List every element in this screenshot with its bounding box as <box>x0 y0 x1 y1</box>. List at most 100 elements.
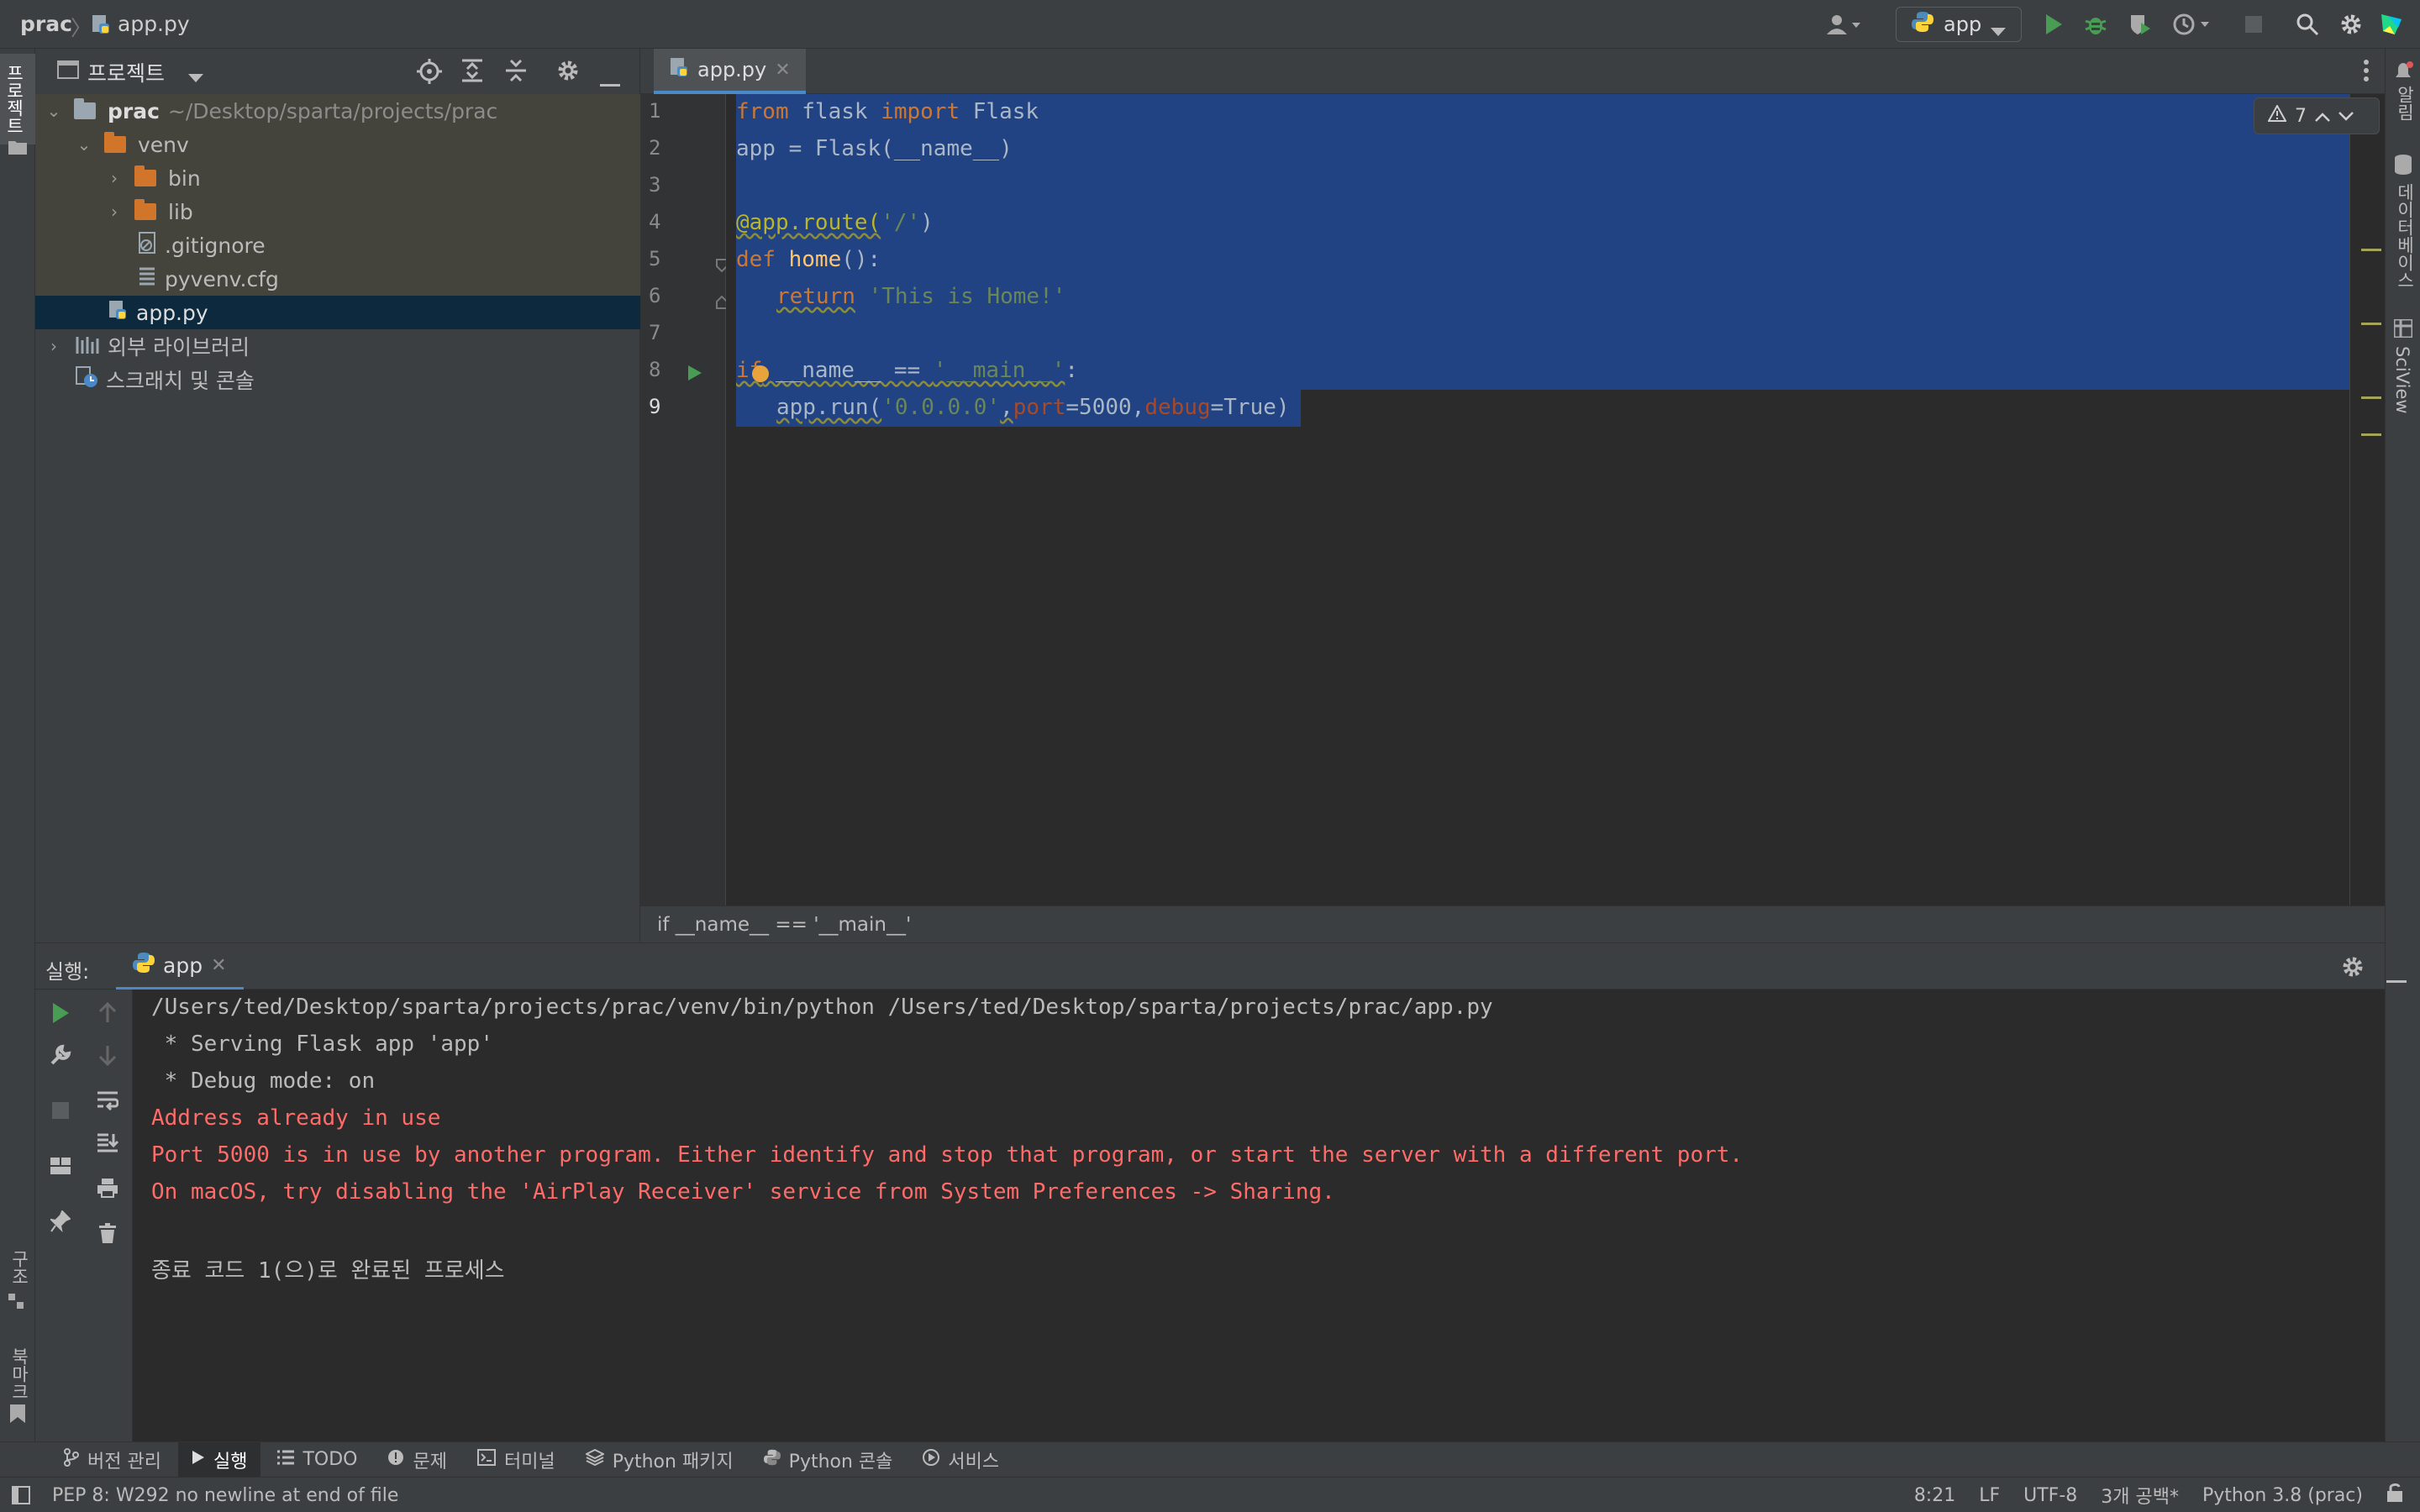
tree-item-lib[interactable]: › lib <box>35 195 640 228</box>
line-separator[interactable]: LF <box>1979 1485 2000 1506</box>
breadcrumb-text[interactable]: if __name__ == '__main__' <box>657 914 911 936</box>
trash-icon[interactable] <box>91 1216 124 1250</box>
code-line-5[interactable]: def home(): <box>736 247 881 272</box>
file-encoding[interactable]: UTF-8 <box>2023 1485 2077 1506</box>
tab-run-app[interactable]: app ✕ <box>116 943 244 990</box>
arrow-up-icon[interactable] <box>91 996 124 1030</box>
minimize-icon[interactable] <box>2386 965 2407 989</box>
arrow-down-icon[interactable] <box>91 1038 124 1072</box>
indent-setting[interactable]: 3개 공백* <box>2101 1482 2179 1509</box>
warning-stripe[interactable] <box>2361 396 2381 399</box>
gear-icon[interactable] <box>556 59 580 87</box>
code-line-2[interactable]: app = Flask(__name__) <box>736 136 1013 161</box>
python-interpreter[interactable]: Python 3.8 (prac) <box>2202 1485 2363 1506</box>
rerun-icon[interactable] <box>44 996 77 1030</box>
panel-toggle-icon[interactable] <box>12 1486 30 1509</box>
profile-icon[interactable] <box>2166 7 2217 42</box>
more-options-icon[interactable] <box>2363 59 2370 87</box>
code-line-6[interactable]: return 'This is Home!' <box>776 284 1065 309</box>
chevron-down-icon[interactable] <box>2338 106 2354 127</box>
status-message[interactable]: PEP 8: W292 no newline at end of file <box>52 1485 398 1506</box>
python-file-icon <box>91 13 111 40</box>
tree-item-scratches[interactable]: 스크래치 및 콘솔 <box>35 363 640 396</box>
soft-wrap-icon[interactable] <box>91 1084 124 1117</box>
tree-item-pyvenv-cfg[interactable]: pyvenv.cfg <box>35 262 640 296</box>
scroll-to-end-icon[interactable] <box>91 1126 124 1159</box>
code-line-1[interactable]: from flask import Flask <box>736 99 1039 124</box>
debug-icon[interactable] <box>2079 7 2112 42</box>
bell-icon[interactable] <box>2392 60 2414 87</box>
tab-notifications[interactable]: 알림 <box>2392 86 2417 121</box>
tab-bookmarks[interactable]: 북마크 <box>7 1347 32 1400</box>
tab-todo[interactable]: TODO <box>264 1442 371 1478</box>
tab-project[interactable]: 프로젝트 <box>0 54 35 144</box>
expand-all-icon[interactable] <box>460 59 484 87</box>
tree-item-gitignore[interactable]: .gitignore <box>35 228 640 262</box>
code-line-4[interactable]: @app.route('/') <box>736 210 934 235</box>
run-gutter-icon[interactable] <box>687 363 702 386</box>
tab-sciview[interactable]: SciView <box>2392 346 2412 414</box>
breadcrumb-file[interactable]: app.py <box>118 12 190 36</box>
tab-python-packages[interactable]: Python 패키지 <box>572 1442 747 1478</box>
tree-item-bin[interactable]: › bin <box>35 161 640 195</box>
jetbrains-logo-icon[interactable] <box>2375 7 2408 42</box>
tree-item-venv[interactable]: ⌄ venv <box>35 128 640 161</box>
search-icon[interactable] <box>2291 7 2324 42</box>
tab-terminal[interactable]: 터미널 <box>464 1442 569 1478</box>
run-config-selector[interactable]: app <box>1896 7 2022 42</box>
stop-icon[interactable] <box>2237 7 2270 42</box>
tree-item-external-libraries[interactable]: › 외부 라이브러리 <box>35 329 640 363</box>
chevron-down-icon[interactable]: ⌄ <box>72 134 96 155</box>
chevron-right-icon[interactable]: › <box>103 168 126 188</box>
chevron-right-icon[interactable]: › <box>103 202 126 222</box>
warning-stripe[interactable] <box>2361 323 2381 325</box>
gear-icon[interactable] <box>2334 7 2368 42</box>
tab-services[interactable]: 서비스 <box>909 1442 1013 1478</box>
chevron-right-icon[interactable]: › <box>42 336 66 356</box>
tab-notifications-label: 알림 <box>2395 86 2415 121</box>
locate-icon[interactable] <box>417 59 442 89</box>
python-icon <box>763 1449 781 1471</box>
wrench-icon[interactable] <box>44 1038 77 1072</box>
breadcrumb-project[interactable]: prac <box>20 12 72 36</box>
layout-icon[interactable] <box>44 1149 77 1183</box>
tab-run[interactable]: 실행 <box>177 1441 261 1478</box>
minimize-icon[interactable] <box>600 69 620 92</box>
tab-database[interactable]: 데이터베이스 <box>2392 183 2417 289</box>
user-icon[interactable] <box>1818 7 1869 42</box>
chevron-down-icon[interactable] <box>188 66 203 89</box>
close-icon[interactable]: ✕ <box>775 60 790 81</box>
tab-version-control[interactable]: 버전 관리 <box>50 1442 175 1478</box>
coverage-icon[interactable] <box>2123 7 2156 42</box>
tab-problems[interactable]: 문제 <box>374 1442 460 1478</box>
chevron-down-icon[interactable]: ⌄ <box>42 101 66 121</box>
gear-icon[interactable] <box>2341 955 2365 984</box>
project-panel-title[interactable]: 프로젝트 <box>87 57 165 87</box>
tab-python-console[interactable]: Python 콘솔 <box>750 1442 907 1478</box>
code-editor[interactable]: from flask import Flask app = Flask(__na… <box>726 94 2350 906</box>
warning-stripe[interactable] <box>2361 433 2381 436</box>
console-output[interactable]: /Users/ted/Desktop/sparta/projects/prac/… <box>133 990 2385 1441</box>
tree-item-label: lib <box>168 199 193 224</box>
caret-position[interactable]: 8:21 <box>1914 1485 1955 1506</box>
chevron-up-icon[interactable] <box>2315 106 2330 127</box>
stop-icon[interactable] <box>44 1094 77 1127</box>
print-icon[interactable] <box>91 1171 124 1205</box>
line-number: 1 <box>649 99 661 123</box>
code-line-8[interactable]: if __name__ == '__main__': <box>736 358 1078 383</box>
run-panel-label: 실행: <box>45 960 90 984</box>
close-icon[interactable]: ✕ <box>211 955 226 976</box>
tab-app-py[interactable]: app.py ✕ <box>654 49 806 94</box>
pin-icon[interactable] <box>44 1205 77 1238</box>
tree-item-root[interactable]: ⌄ prac ~/Desktop/sparta/projects/prac <box>35 94 640 128</box>
unlock-icon[interactable] <box>2386 1483 2403 1508</box>
scrollbar-track[interactable] <box>2349 94 2386 906</box>
code-line-9[interactable]: app.run('0.0.0.0',port=5000,debug=True) <box>776 395 1290 420</box>
inspection-widget[interactable]: 7 <box>2254 97 2380 134</box>
warning-stripe[interactable] <box>2361 249 2381 251</box>
lightbulb-icon[interactable] <box>751 365 770 388</box>
collapse-all-icon[interactable] <box>504 59 528 87</box>
tree-item-app-py[interactable]: app.py <box>35 296 640 329</box>
tab-structure[interactable]: 구조 <box>7 1250 32 1285</box>
run-icon[interactable] <box>2037 7 2070 42</box>
